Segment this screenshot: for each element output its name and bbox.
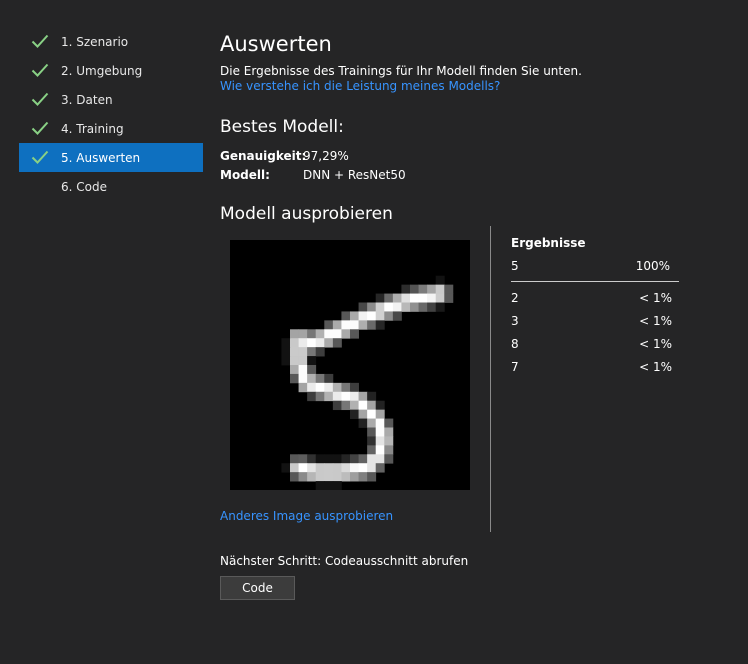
result-value: < 1% — [639, 313, 672, 328]
result-row: 3 < 1% — [511, 309, 679, 332]
results-panel: Ergebnisse 5 100% 2 < 1% 3 < 1% 8 < 1% 7… — [511, 236, 679, 378]
result-value: < 1% — [639, 336, 672, 351]
accuracy-value: 97,29% — [303, 148, 349, 163]
intro-text: Die Ergebnisse des Trainings für Ihr Mod… — [220, 64, 582, 78]
wizard-sidebar: 1. Szenario 2. Umgebung 3. Daten 4. Trai… — [19, 27, 203, 201]
model-row: Modell: DNN + ResNet50 — [220, 165, 406, 184]
accuracy-label: Genauigkeit: — [220, 148, 307, 163]
result-row-top: 5 100% — [511, 254, 679, 277]
checkmark-icon — [31, 150, 49, 164]
accuracy-row: Genauigkeit: 97,29% — [220, 146, 406, 165]
result-row: 2 < 1% — [511, 286, 679, 309]
step-auswerten[interactable]: 5. Auswerten — [19, 143, 203, 172]
step-label: 4. Training — [61, 121, 124, 136]
result-label: 5 — [511, 258, 519, 273]
step-label: 2. Umgebung — [61, 63, 143, 78]
result-label: 3 — [511, 313, 519, 328]
step-label: 3. Daten — [61, 92, 113, 107]
vertical-divider — [490, 226, 491, 532]
best-model-heading: Bestes Modell: — [220, 117, 344, 137]
step-szenario[interactable]: 1. Szenario — [19, 27, 203, 56]
checkmark-icon — [31, 34, 49, 48]
results-header: Ergebnisse — [511, 236, 586, 250]
step-label: 5. Auswerten — [61, 150, 141, 165]
model-performance-help-link[interactable]: Wie verstehe ich die Leistung meines Mod… — [220, 79, 500, 93]
model-label: Modell: — [220, 167, 270, 182]
checkmark-icon — [31, 92, 49, 106]
checkmark-icon — [31, 63, 49, 77]
test-image — [230, 240, 470, 490]
step-label: 6. Code — [61, 179, 107, 194]
step-umgebung[interactable]: 2. Umgebung — [19, 56, 203, 85]
result-label: 2 — [511, 290, 519, 305]
step-code[interactable]: 6. Code — [19, 172, 203, 201]
page-title: Auswerten — [220, 32, 332, 56]
result-row: 8 < 1% — [511, 332, 679, 355]
result-value: < 1% — [639, 359, 672, 374]
checkmark-icon — [31, 121, 49, 135]
try-model-heading: Modell ausprobieren — [220, 204, 393, 224]
result-row: 7 < 1% — [511, 355, 679, 378]
result-value: 100% — [635, 258, 670, 273]
next-step-text: Nächster Schritt: Codeausschnitt abrufen — [220, 554, 469, 568]
result-value: < 1% — [639, 290, 672, 305]
step-training[interactable]: 4. Training — [19, 114, 203, 143]
step-daten[interactable]: 3. Daten — [19, 85, 203, 114]
best-model-metrics: Genauigkeit: 97,29% Modell: DNN + ResNet… — [220, 146, 406, 184]
result-label: 7 — [511, 359, 519, 374]
model-value: DNN + ResNet50 — [303, 167, 406, 182]
main-content: Auswerten Die Ergebnisse des Trainings f… — [220, 0, 748, 664]
result-label: 8 — [511, 336, 519, 351]
try-other-image-link[interactable]: Anderes Image ausprobieren — [220, 509, 393, 523]
step-label: 1. Szenario — [61, 34, 129, 49]
code-button[interactable]: Code — [220, 576, 295, 600]
results-divider — [511, 281, 679, 282]
digit-five-image — [281, 275, 454, 490]
